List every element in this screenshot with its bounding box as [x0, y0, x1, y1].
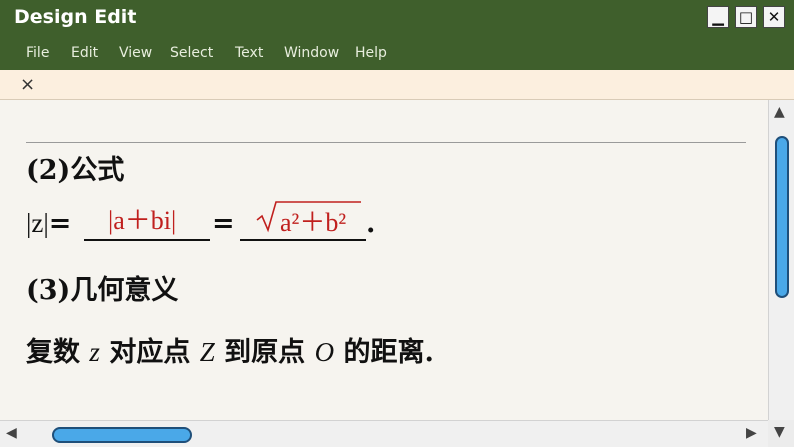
close-tab-icon[interactable]: ×	[20, 74, 35, 95]
variable-O: O	[314, 337, 335, 367]
document-canvas: (2)公式 |z|= |a＋bi| = a²＋b² . (3)几何意义 复数 z…	[0, 100, 768, 420]
window-title: Design Edit	[14, 6, 137, 28]
meaning-text-3: 到原点	[224, 337, 306, 368]
answer-radicand: a²＋b²	[280, 208, 347, 237]
vertical-scroll-thumb[interactable]	[775, 136, 789, 298]
title-bar: Design Edit ▁ □ ✕	[0, 0, 794, 36]
horizontal-rule	[26, 142, 746, 143]
equals-sign: =	[48, 208, 72, 239]
menu-file[interactable]: File	[26, 45, 49, 61]
formula-heading: (2)公式	[26, 155, 125, 186]
scrollbar-corner: ▼	[768, 420, 794, 447]
menu-bar: File Edit View Select Text Window Help	[0, 36, 794, 70]
scroll-up-icon[interactable]: ▲	[774, 104, 785, 120]
menu-window[interactable]: Window	[284, 45, 339, 61]
close-button[interactable]: ✕	[763, 6, 785, 28]
variable-Z: Z	[199, 337, 215, 367]
horizontal-scrollbar[interactable]: ◀ ▶	[0, 420, 768, 447]
modulus-z: |z|	[26, 208, 49, 238]
menu-edit[interactable]: Edit	[71, 45, 98, 61]
scroll-down-icon[interactable]: ▼	[774, 424, 785, 440]
meaning-text: 复数 z 对应点 Z 到原点 O 的距离.	[26, 330, 434, 369]
meaning-heading: (3)几何意义	[26, 275, 179, 306]
scroll-right-icon[interactable]: ▶	[746, 425, 757, 441]
scroll-left-icon[interactable]: ◀	[6, 425, 17, 441]
menu-view[interactable]: View	[119, 45, 152, 61]
answer-blank-1	[84, 239, 210, 241]
answer-blank-2	[240, 239, 366, 241]
meaning-text-2: 对应点	[109, 337, 191, 368]
minimize-button[interactable]: ▁	[707, 6, 729, 28]
vertical-scrollbar[interactable]: ▲	[768, 100, 794, 420]
menu-select[interactable]: Select	[170, 45, 213, 61]
meaning-text-1: 复数	[26, 337, 80, 368]
equals-sign-2: =	[212, 208, 235, 239]
answer-modulus: |a＋bi|	[108, 206, 177, 235]
menu-text[interactable]: Text	[235, 45, 263, 61]
variable-z: z	[89, 337, 100, 367]
formula-line-start: |z|=	[26, 208, 71, 239]
horizontal-scroll-thumb[interactable]	[52, 427, 192, 443]
period: .	[366, 208, 376, 239]
meaning-text-4: 的距离.	[343, 337, 434, 368]
document-tab-bar: ×	[0, 70, 794, 100]
maximize-button[interactable]: □	[735, 6, 757, 28]
menu-help[interactable]: Help	[355, 45, 387, 61]
